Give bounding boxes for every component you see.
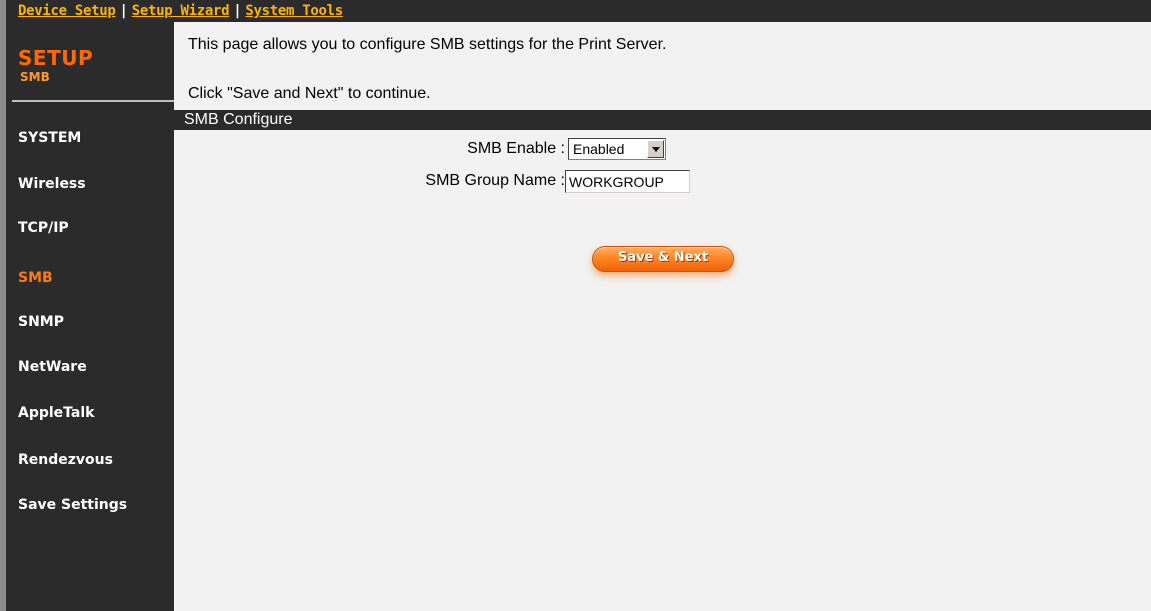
top-nav: Device Setup | Setup Wizard | System Tools [18,3,343,19]
sidebar-title: SETUP [18,46,94,70]
nav-separator: | [119,3,128,19]
sidebar-item-wireless[interactable]: Wireless [18,176,86,192]
sidebar-item-netware[interactable]: NetWare [18,359,87,375]
nav-separator: | [233,3,242,19]
sidebar: SETUP SMB SYSTEM Wireless TCP/IP SMB SNM… [0,22,174,611]
top-nav-bar: Device Setup | Setup Wizard | System Tools [0,0,1151,22]
smb-enable-label: SMB Enable : [467,140,565,157]
nav-system-tools-link[interactable]: System Tools [245,3,343,19]
sidebar-item-appletalk[interactable]: AppleTalk [18,405,94,421]
sidebar-divider [12,100,174,102]
sidebar-subtitle: SMB [20,70,50,84]
smb-enable-select[interactable]: Enabled [568,138,666,160]
section-header: SMB Configure [174,110,1151,130]
smb-group-name-label: SMB Group Name : [425,172,565,189]
sidebar-item-system[interactable]: SYSTEM [18,130,81,146]
sidebar-item-rendezvous[interactable]: Rendezvous [18,452,113,468]
sidebar-item-tcpip[interactable]: TCP/IP [18,220,69,236]
section-title: SMB Configure [184,111,293,128]
nav-device-setup-link[interactable]: Device Setup [18,3,116,19]
page-instruction: Click "Save and Next" to continue. [188,85,431,102]
smb-group-name-input[interactable] [565,170,690,193]
app-window: Device Setup | Setup Wizard | System Tools S… [0,0,1151,611]
sidebar-item-snmp[interactable]: SNMP [18,314,64,330]
save-and-next-button[interactable]: Save & Next [592,246,734,272]
main-content: This page allows you to configure SMB se… [174,22,1151,611]
page-description: This page allows you to configure SMB se… [188,36,667,53]
sidebar-item-save-settings[interactable]: Save Settings [18,497,127,513]
smb-enable-value: Enabled [573,141,625,157]
sidebar-item-smb[interactable]: SMB [18,270,53,286]
chevron-down-icon[interactable] [647,140,664,158]
nav-setup-wizard-link[interactable]: Setup Wizard [132,3,230,19]
